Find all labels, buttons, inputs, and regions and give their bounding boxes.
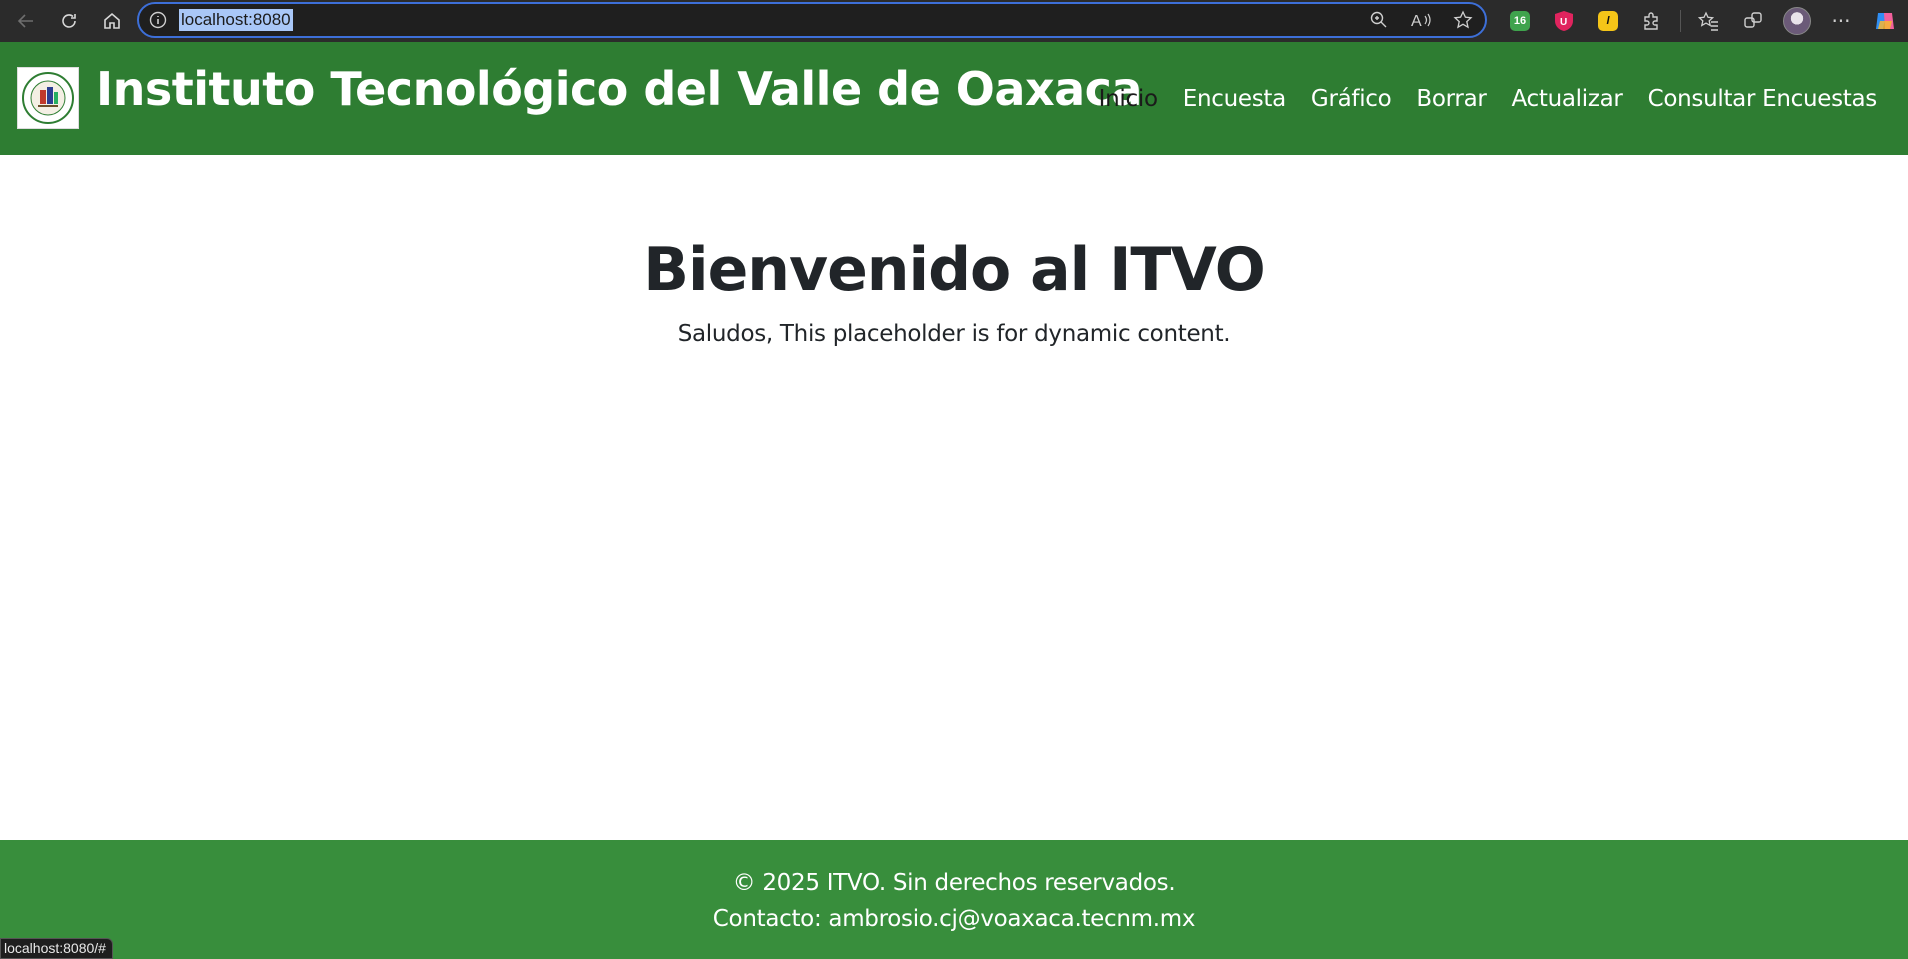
nav-link-encuesta[interactable]: Encuesta [1183, 86, 1286, 112]
extensions-area: 16 U l ··· [1498, 0, 1907, 42]
nav-link-inicio[interactable]: Inicio [1099, 86, 1158, 112]
site-brand-title[interactable]: Instituto Tecnológico del Valle de Oaxac… [96, 62, 1142, 116]
browser-toolbar: localhost:8080 A 16 U l ··· [0, 0, 1908, 42]
svg-text:A: A [1411, 13, 1422, 30]
favorite-star-icon[interactable] [1449, 10, 1477, 30]
site-navbar: Instituto Tecnológico del Valle de Oaxac… [0, 42, 1908, 155]
ublock-icon[interactable]: U [1542, 0, 1586, 42]
nav-link-grafico[interactable]: Gráfico [1311, 86, 1392, 112]
more-menu-icon[interactable]: ··· [1819, 0, 1863, 42]
site-info-icon[interactable] [149, 11, 167, 29]
favorites-icon[interactable] [1687, 0, 1731, 42]
back-arrow-icon [17, 14, 33, 28]
home-icon [104, 12, 120, 29]
home-button[interactable] [95, 4, 129, 38]
toolbar-divider [1680, 10, 1681, 32]
footer-contact: Contacto: ambrosio.cj@voaxaca.tecnm.mx [712, 906, 1196, 932]
svg-text:U: U [1560, 17, 1567, 28]
back-button[interactable] [9, 4, 43, 38]
copilot-icon[interactable] [1863, 0, 1907, 42]
nav-link-consultar-encuestas[interactable]: Consultar Encuestas [1648, 86, 1878, 112]
reload-icon [62, 14, 76, 28]
nav-link-borrar[interactable]: Borrar [1416, 86, 1486, 112]
extensions-puzzle-icon[interactable] [1630, 0, 1674, 42]
url-text[interactable]: localhost:8080 [179, 9, 293, 31]
tampermonkey-icon[interactable]: 16 [1498, 0, 1542, 42]
nav-links: Inicio Encuesta Gráfico Borrar Actualiza… [1099, 86, 1878, 112]
read-aloud-icon[interactable]: A [1407, 10, 1435, 30]
nav-link-actualizar[interactable]: Actualizar [1512, 86, 1623, 112]
reload-button[interactable] [52, 4, 86, 38]
page-title: Bienvenido al ITVO [643, 235, 1265, 305]
extension-l-icon[interactable]: l [1586, 0, 1630, 42]
profile-avatar[interactable] [1775, 0, 1819, 42]
avatar-icon [1783, 7, 1811, 35]
site-footer: © 2025 ITVO. Sin derechos reservados. Co… [0, 840, 1908, 959]
footer-copyright: © 2025 ITVO. Sin derechos reservados. [732, 870, 1176, 896]
itvo-logo[interactable] [17, 67, 79, 129]
welcome-message: Saludos, This placeholder is for dynamic… [677, 321, 1231, 347]
collections-icon[interactable] [1731, 0, 1775, 42]
zoom-icon[interactable] [1365, 10, 1393, 30]
main-content: Bienvenido al ITVO Saludos, This placeho… [0, 155, 1908, 840]
address-bar[interactable]: localhost:8080 A [137, 2, 1487, 38]
link-status-bubble: localhost:8080/# [0, 938, 113, 959]
